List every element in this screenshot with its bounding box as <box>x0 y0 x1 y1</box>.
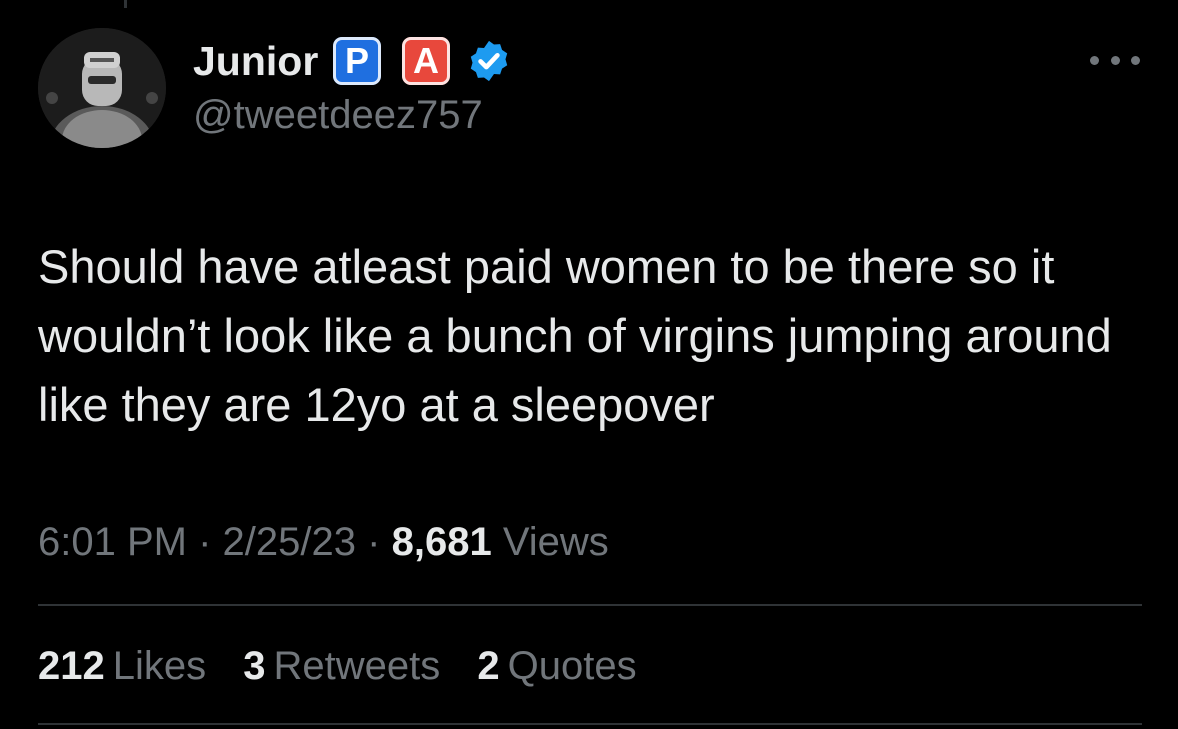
more-options-button[interactable] <box>1090 48 1140 72</box>
meta-separator: · <box>198 520 212 564</box>
a-button-emoji-icon: A <box>402 37 450 85</box>
tweet-text: Should have atleast paid women to be the… <box>38 240 1112 431</box>
verified-badge-icon[interactable] <box>466 38 512 84</box>
divider <box>38 723 1142 725</box>
meta-separator: · <box>367 520 381 564</box>
p-button-emoji-icon: P <box>333 37 381 85</box>
views-count: 8,681 <box>391 520 492 564</box>
views-label: Views <box>502 520 609 564</box>
likes-stat[interactable]: 212 Likes <box>38 640 206 692</box>
divider <box>38 604 1142 606</box>
likes-label: Likes <box>112 644 207 688</box>
dot-icon <box>1090 55 1099 65</box>
thread-line <box>124 0 127 8</box>
avatar[interactable] <box>38 28 166 148</box>
dot-icon <box>1131 55 1140 65</box>
retweets-stat[interactable]: 3 Retweets <box>243 640 440 692</box>
quotes-stat[interactable]: 2 Quotes <box>477 640 636 692</box>
tweet-date[interactable]: 2/25/23 <box>223 520 356 564</box>
likes-count: 212 <box>38 644 105 688</box>
author-handle[interactable]: @tweetdeez757 <box>193 92 483 138</box>
quotes-label: Quotes <box>507 644 637 688</box>
quotes-count: 2 <box>477 644 500 688</box>
retweets-count: 3 <box>243 644 266 688</box>
avatar-image <box>38 28 166 148</box>
tweet-meta: 6:01 PM · 2/25/23 · 8,681 Views <box>38 516 609 568</box>
author-display-name[interactable]: Junior <box>193 38 318 84</box>
tweet-time[interactable]: 6:01 PM <box>38 520 187 564</box>
engagement-stats: 212 Likes 3 Retweets 2 Quotes <box>38 640 663 692</box>
retweets-label: Retweets <box>273 644 441 688</box>
dot-icon <box>1110 55 1120 65</box>
